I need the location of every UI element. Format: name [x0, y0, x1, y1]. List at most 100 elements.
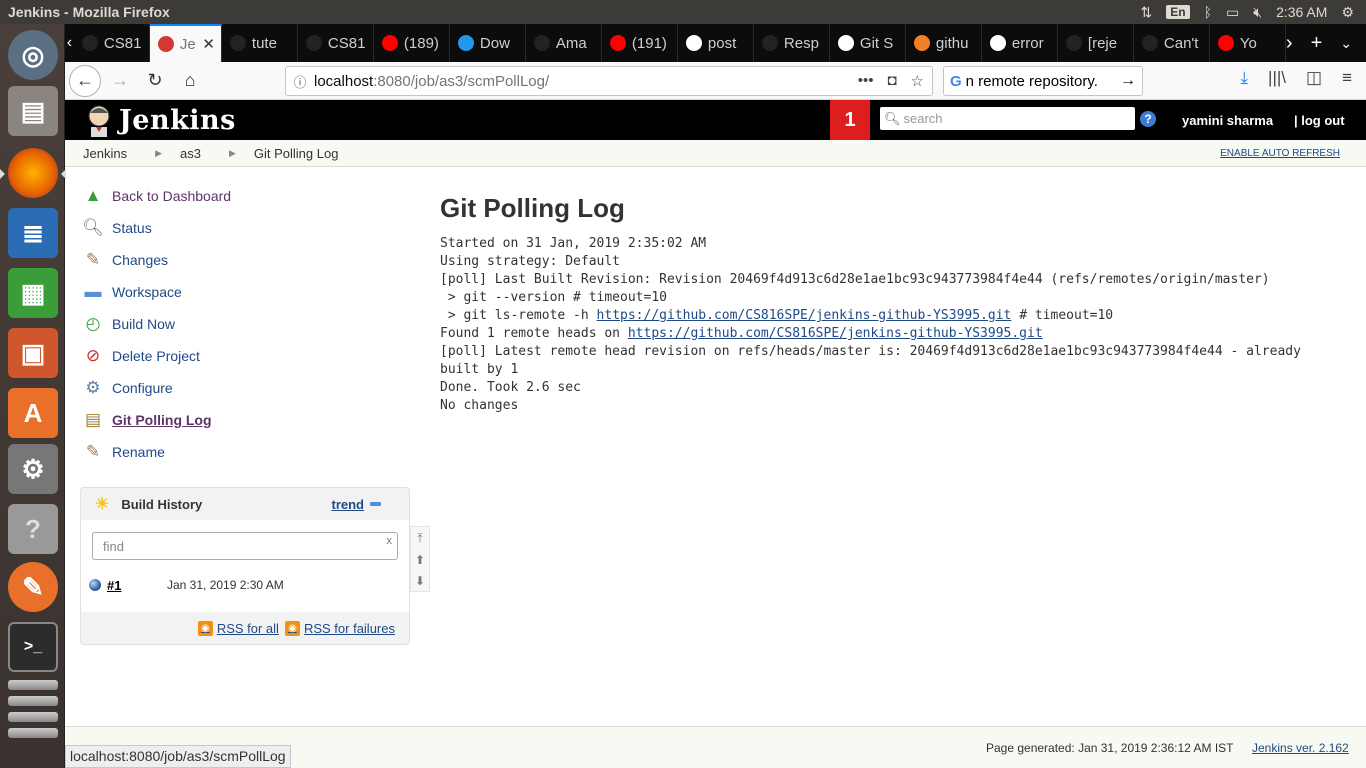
tab-scroll-right-icon[interactable]: › — [1286, 32, 1293, 55]
browser-tab[interactable]: error — [982, 24, 1058, 62]
task-git-polling-log[interactable]: ▤ Git Polling Log — [82, 404, 412, 436]
pocket-icon[interactable]: ◘ — [887, 72, 896, 90]
browser-tab[interactable]: CS81 — [74, 24, 150, 62]
system-settings-icon[interactable]: ⚙ — [8, 444, 58, 494]
help-icon[interactable]: ? — [1140, 111, 1156, 127]
postman-icon[interactable]: ✎ — [8, 562, 58, 612]
battery-icon[interactable]: ▭ — [1226, 4, 1239, 21]
bluetooth-icon[interactable]: ᛒ — [1204, 4, 1212, 20]
browser-tab[interactable]: Dow — [450, 24, 526, 62]
browser-tab[interactable]: Yo — [1210, 24, 1286, 62]
page-down-icon[interactable]: ⬇ — [415, 574, 425, 588]
all-tabs-chevron-down-icon[interactable]: ⌄ — [1340, 35, 1352, 52]
collapse-minus-icon[interactable] — [370, 502, 381, 506]
close-tab-icon[interactable]: ✕ — [202, 35, 215, 53]
rss-failures-link[interactable]: ◉ RSS for failures — [284, 621, 395, 636]
repository-link[interactable]: https://github.com/CS816SPE/jenkins-gith… — [597, 308, 1012, 323]
enable-auto-refresh-link[interactable]: ENABLE AUTO REFRESH — [1220, 148, 1340, 159]
tab-label: (189) — [403, 34, 439, 52]
repository-link[interactable]: https://github.com/CS816SPE/jenkins-gith… — [628, 326, 1043, 341]
browser-tab[interactable]: Ama — [526, 24, 602, 62]
impress-icon[interactable]: ▣ — [8, 328, 58, 378]
ubuntu-dash-icon[interactable]: ◎ — [8, 30, 58, 80]
power-gear-icon[interactable]: ⚙ — [1341, 4, 1354, 21]
breadcrumb-job[interactable]: as3 — [162, 146, 201, 161]
library-icon[interactable]: |||\ — [1268, 68, 1286, 88]
browser-tab[interactable]: post — [678, 24, 754, 62]
breadcrumb-separator-icon[interactable]: ▶ — [127, 148, 162, 159]
trash-icon[interactable] — [8, 680, 58, 690]
downloads-icon[interactable]: ⤓ — [1241, 68, 1249, 88]
keyboard-layout-indicator[interactable]: En — [1166, 5, 1190, 19]
github-icon — [761, 35, 778, 51]
build-filter-input[interactable]: find x — [92, 532, 398, 560]
browser-tab[interactable]: (191) — [602, 24, 678, 62]
network-icon[interactable]: ⇅ — [1141, 4, 1153, 21]
page-top-icon[interactable]: ⤒ — [417, 531, 422, 546]
page-up-icon[interactable]: ⬆ — [415, 553, 425, 567]
browser-tab[interactable]: githu — [906, 24, 982, 62]
search-go-arrow-icon[interactable]: → — [1120, 72, 1142, 90]
task-status[interactable]: 🔍︎ Status — [82, 212, 412, 244]
back-button[interactable]: ← — [69, 64, 101, 97]
task-build-now[interactable]: ◴ Build Now — [82, 308, 412, 340]
reload-button[interactable]: ↻ — [139, 65, 171, 97]
jenkins-version-link[interactable]: Jenkins ver. 2.162 — [1252, 741, 1349, 755]
new-tab-icon[interactable]: + — [1311, 32, 1323, 55]
calc-icon[interactable]: ▦ — [8, 268, 58, 318]
task-changes[interactable]: ✎ Changes — [82, 244, 412, 276]
browser-tab[interactable]: tute — [222, 24, 298, 62]
tab-label: [reje — [1087, 34, 1118, 52]
home-button[interactable]: ⌂ — [174, 65, 206, 97]
logout-link[interactable]: | log out — [1294, 113, 1345, 128]
jenkins-logo[interactable]: Jenkins — [83, 103, 236, 137]
jenkins-search-input[interactable]: search — [904, 111, 943, 126]
page-title: Git Polling Log — [440, 193, 625, 223]
browser-tab[interactable]: [reje — [1058, 24, 1134, 62]
tab-scroll-left-icon[interactable]: ‹ — [65, 24, 74, 62]
browser-tab[interactable]: Resp — [754, 24, 830, 62]
docker-icon — [457, 35, 474, 51]
site-info-icon[interactable]: ⓘ — [286, 72, 314, 91]
clear-filter-icon[interactable]: x — [387, 535, 393, 547]
sidebar-toggle-icon[interactable]: ◫ — [1306, 68, 1322, 88]
browser-tab[interactable]: CS81 — [298, 24, 374, 62]
forward-button[interactable]: → — [104, 65, 136, 97]
browser-tab[interactable]: Je ✕ — [149, 24, 222, 62]
jenkins-search-box[interactable]: 🔍︎ search — [880, 107, 1135, 130]
menu-hamburger-icon[interactable]: ≡ — [1342, 68, 1352, 88]
files-icon[interactable]: ▤ — [8, 86, 58, 136]
browser-tab[interactable]: Can't — [1134, 24, 1210, 62]
rss-all-link[interactable]: ◉ RSS for all — [197, 621, 279, 636]
terminal-icon[interactable]: >_ — [8, 622, 58, 672]
url-bar[interactable]: ⓘ localhost:8080/job/as3/scmPollLog/ •••… — [285, 66, 933, 96]
writer-icon[interactable]: ≣ — [8, 208, 58, 258]
build-number-link[interactable]: #1 — [107, 578, 167, 593]
firefox-icon[interactable] — [0, 148, 66, 198]
browser-tab[interactable]: (189) — [374, 24, 450, 62]
task-delete-project[interactable]: ⊘ Delete Project — [82, 340, 412, 372]
build-history-pager: ⤒ ⬆ ⬇ — [410, 526, 430, 592]
software-center-icon[interactable]: A — [8, 388, 58, 438]
breadcrumb-current[interactable]: Git Polling Log — [236, 146, 339, 161]
user-name-link[interactable]: yamini sharma — [1182, 113, 1273, 128]
home-icon: ⌂ — [184, 70, 196, 90]
search-bar[interactable]: G n remote repository. → — [943, 66, 1143, 96]
task-workspace[interactable]: ▬ Workspace — [82, 276, 412, 308]
bookmark-star-icon[interactable]: ☆ — [911, 72, 924, 90]
trash-stack-icon — [8, 696, 58, 706]
volume-muted-icon[interactable]: 🔇︎ — [1253, 4, 1262, 21]
task-back-to-dashboard[interactable]: ▲ Back to Dashboard — [82, 180, 412, 212]
page-actions-icon[interactable]: ••• — [858, 72, 874, 90]
trend-link[interactable]: trend — [332, 497, 381, 512]
notification-badge[interactable]: 1 — [830, 100, 870, 140]
breadcrumb-separator-icon[interactable]: ▶ — [201, 148, 236, 159]
clock[interactable]: 2:36 AM — [1276, 4, 1327, 20]
help-icon[interactable]: ? — [8, 504, 58, 554]
browser-tab[interactable]: Git S — [830, 24, 906, 62]
task-rename[interactable]: ✎ Rename — [82, 436, 412, 468]
desktop: { "os": { "window_title": "Jenkins - Moz… — [0, 0, 1366, 768]
breadcrumb-jenkins[interactable]: Jenkins — [65, 146, 127, 161]
url-path: :8080/job/as3/scmPollLog/ — [373, 72, 550, 90]
task-configure[interactable]: ⚙ Configure — [82, 372, 412, 404]
